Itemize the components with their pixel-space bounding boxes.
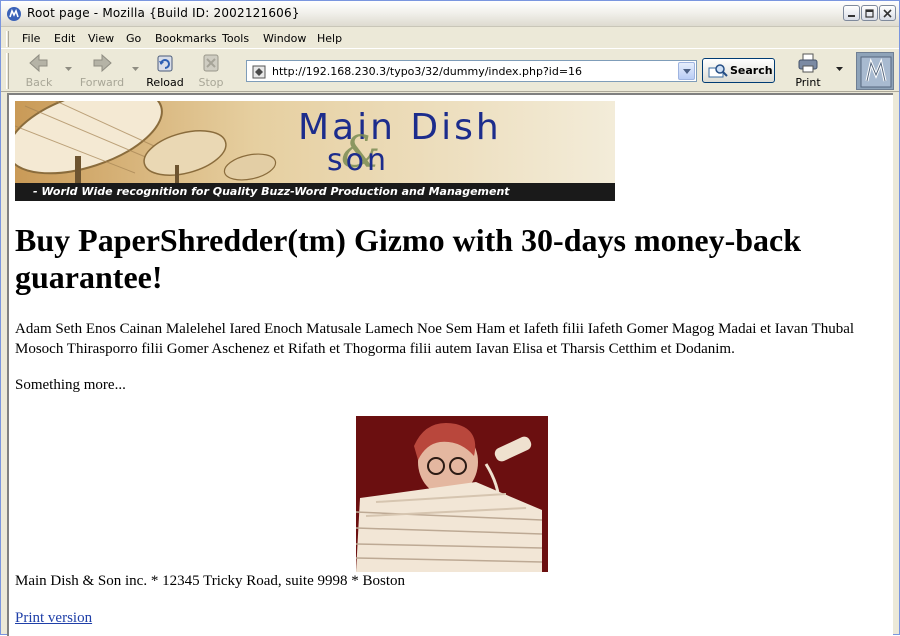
banner-subtitle: son [327,143,389,178]
browser-window: Root page - Mozilla {Build ID: 200212160… [0,0,900,636]
site-banner: Main Dish & son - World Wide recognition… [15,101,615,201]
toolbar-grip[interactable] [6,53,9,89]
menu-tools[interactable]: Tools [222,32,249,45]
back-label: Back [25,76,53,89]
search-label: Search [730,64,773,77]
stop-icon [203,54,219,72]
page-content: Main Dish & son - World Wide recognition… [7,93,893,636]
maximize-button[interactable] [861,5,878,21]
footer-address: Main Dish & Son inc. * 12345 Tricky Road… [15,573,406,589]
close-icon [883,9,892,18]
printer-icon [798,53,818,73]
back-history-dropdown-icon[interactable] [65,67,72,72]
body-paragraph-more: Something more... [15,377,126,393]
reload-label: Reload [146,76,184,89]
mozilla-app-icon [7,7,21,21]
menu-window[interactable]: Window [263,32,306,45]
maximize-icon [865,9,874,18]
minimize-icon [848,15,855,17]
forward-label: Forward [79,76,125,89]
forward-arrow-icon [93,53,112,73]
title-bar: Root page - Mozilla {Build ID: 200212160… [1,1,899,27]
forward-history-dropdown-icon[interactable] [132,67,139,72]
search-icon [708,64,728,78]
menu-edit[interactable]: Edit [54,32,75,45]
menubar-grip[interactable] [6,31,9,47]
print-options-dropdown-icon[interactable] [836,67,843,72]
menu-bookmarks[interactable]: Bookmarks [155,32,216,45]
forward-button[interactable]: Forward [77,51,127,91]
mozilla-logo-icon [860,56,892,88]
page-site-icon [252,65,266,79]
search-button[interactable]: Search [702,58,775,83]
woman-with-paper-stack-image [356,416,548,572]
print-button[interactable]: Print [790,51,826,91]
menu-help[interactable]: Help [317,32,342,45]
menu-go[interactable]: Go [126,32,141,45]
reload-icon [157,55,173,72]
body-paragraph: Adam Seth Enos Cainan Malelehel Iared En… [15,321,855,357]
back-button[interactable]: Back [19,51,59,91]
page-heading: Buy PaperShredder(tm) Gizmo with 30-days… [15,222,802,295]
window-title: Root page - Mozilla {Build ID: 200212160… [27,6,300,20]
navigation-toolbar: Back Forward Reload Stop http://192.168.… [1,48,899,92]
stop-label: Stop [198,76,224,89]
stop-button[interactable]: Stop [193,51,229,91]
url-history-dropdown[interactable] [678,62,695,80]
print-version-link[interactable]: Print version [15,610,92,627]
close-button[interactable] [879,5,896,21]
url-text[interactable]: http://192.168.230.3/typo3/32/dummy/inde… [272,65,582,78]
menu-file[interactable]: File [22,32,40,45]
banner-title: Main Dish [298,107,502,148]
menu-bar: File Edit View Go Bookmarks Tools Window… [1,28,899,48]
reload-button[interactable]: Reload [144,51,186,91]
chevron-down-icon [683,69,691,74]
product-photo [356,416,548,572]
back-arrow-icon [29,53,48,73]
menu-view[interactable]: View [88,32,114,45]
print-label: Print [795,76,821,89]
url-bar[interactable]: http://192.168.230.3/typo3/32/dummy/inde… [246,60,697,82]
banner-tagline: - World Wide recognition for Quality Buz… [15,183,615,201]
minimize-button[interactable] [843,5,860,21]
mozilla-throbber[interactable] [856,52,894,90]
